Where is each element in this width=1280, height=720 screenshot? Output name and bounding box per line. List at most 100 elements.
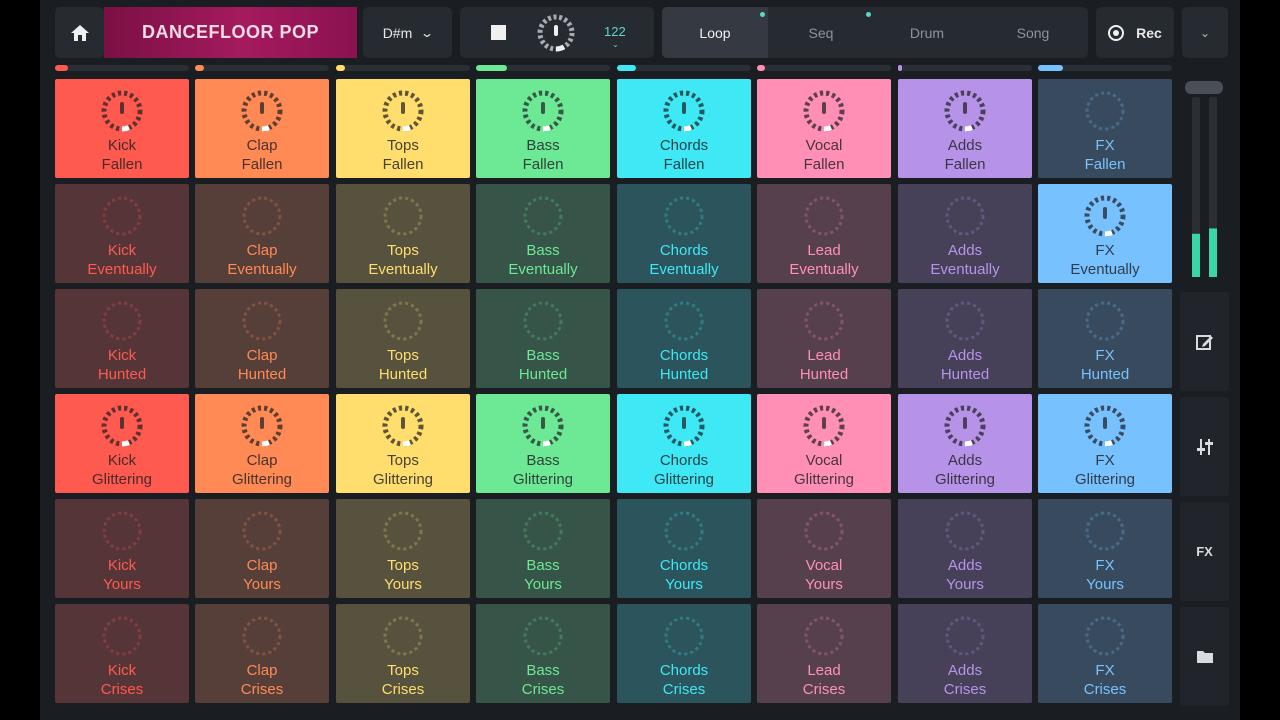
- pad-loop-label: Fallen: [382, 156, 424, 173]
- pad-loop-label: Hunted: [659, 366, 709, 383]
- mixer-button[interactable]: [1180, 397, 1229, 496]
- pad-tops-eventually[interactable]: Tops Eventually: [336, 184, 470, 283]
- pad-knob-icon: [664, 616, 704, 656]
- pad-adds-crises[interactable]: Adds Crises: [898, 604, 1032, 703]
- pad-vocal-yours[interactable]: Vocal Yours: [757, 499, 891, 598]
- pad-bass-crises[interactable]: Bass Crises: [476, 604, 610, 703]
- key-selector[interactable]: D#m ⌄: [363, 7, 452, 58]
- pad-kick-eventually[interactable]: Kick Eventually: [55, 184, 189, 283]
- fx-button[interactable]: FX: [1180, 502, 1229, 601]
- pad-tops-glittering[interactable]: Tops Glittering: [336, 394, 470, 493]
- pad-chords-glittering[interactable]: Chords Glittering: [617, 394, 751, 493]
- pad-loop-label: Crises: [100, 681, 144, 698]
- tab-loop[interactable]: Loop: [662, 7, 768, 58]
- song-title-banner[interactable]: DANCEFLOOR POP: [104, 7, 357, 58]
- pad-vocal-glittering[interactable]: Vocal Glittering: [757, 394, 891, 493]
- pad-adds-glittering[interactable]: Adds Glittering: [898, 394, 1032, 493]
- pad-instrument-label: Clap: [246, 662, 278, 679]
- pad-instrument-label: Vocal: [805, 557, 843, 574]
- pad-knob-icon: [523, 616, 563, 656]
- record-label: Rec: [1136, 24, 1162, 41]
- pad-knob-icon: [1085, 91, 1125, 131]
- output-level-meter[interactable]: [1180, 79, 1229, 283]
- pad-adds-eventually[interactable]: Adds Eventually: [898, 184, 1032, 283]
- pad-chords-fallen[interactable]: Chords Fallen: [617, 79, 751, 178]
- pad-instrument-label: Lead: [807, 347, 841, 364]
- pad-kick-glittering[interactable]: Kick Glittering: [55, 394, 189, 493]
- pad-vocal-hunted[interactable]: Lead Hunted: [757, 289, 891, 388]
- pad-loop-label: Crises: [1083, 681, 1127, 698]
- pad-kick-yours[interactable]: Kick Yours: [55, 499, 189, 598]
- pad-instrument-label: Tops: [387, 347, 419, 364]
- pad-instrument-label: Clap: [246, 137, 278, 154]
- pad-clap-yours[interactable]: Clap Yours: [195, 499, 329, 598]
- loop-launcher-app: DANCEFLOOR POP D#m ⌄ 122 ⌄ Loop Seq Drum So…: [40, 0, 1240, 720]
- transport-bar: 122 ⌄: [460, 7, 654, 58]
- pad-kick-hunted[interactable]: Kick Hunted: [55, 289, 189, 388]
- pad-bass-fallen[interactable]: Bass Fallen: [476, 79, 610, 178]
- pad-knob-icon: [102, 301, 142, 341]
- pad-fx-glittering[interactable]: FX Glittering: [1038, 394, 1172, 493]
- pad-instrument-label: Lead: [807, 242, 841, 259]
- pad-loop-label: Eventually: [649, 261, 719, 278]
- pad-bass-eventually[interactable]: Bass Eventually: [476, 184, 610, 283]
- pad-vocal-fallen[interactable]: Vocal Fallen: [757, 79, 891, 178]
- pad-knob-icon: [804, 196, 844, 236]
- pad-kick-crises[interactable]: Kick Crises: [55, 604, 189, 703]
- stop-button[interactable]: [491, 25, 506, 40]
- pad-vocal-crises[interactable]: Lead Crises: [757, 604, 891, 703]
- pad-adds-yours[interactable]: Adds Yours: [898, 499, 1032, 598]
- more-menu-button[interactable]: ⌄: [1182, 7, 1228, 58]
- pad-knob-icon: [523, 196, 563, 236]
- pad-clap-crises[interactable]: Clap Crises: [195, 604, 329, 703]
- pad-clap-hunted[interactable]: Clap Hunted: [195, 289, 329, 388]
- pad-vocal-eventually[interactable]: Lead Eventually: [757, 184, 891, 283]
- pad-chords-eventually[interactable]: Chords Eventually: [617, 184, 751, 283]
- pad-knob-icon: [803, 405, 845, 447]
- pad-tops-fallen[interactable]: Tops Fallen: [336, 79, 470, 178]
- pad-fx-hunted[interactable]: FX Hunted: [1038, 289, 1172, 388]
- tab-seq[interactable]: Seq: [768, 7, 874, 58]
- tab-song[interactable]: Song: [980, 7, 1086, 58]
- pad-chords-hunted[interactable]: Chords Hunted: [617, 289, 751, 388]
- pad-clap-fallen[interactable]: Clap Fallen: [195, 79, 329, 178]
- pad-adds-hunted[interactable]: Adds Hunted: [898, 289, 1032, 388]
- pad-fx-yours[interactable]: FX Yours: [1038, 499, 1172, 598]
- record-button[interactable]: Rec: [1096, 7, 1174, 58]
- pad-chords-crises[interactable]: Chords Crises: [617, 604, 751, 703]
- folder-button[interactable]: [1180, 607, 1229, 706]
- pad-bass-hunted[interactable]: Bass Hunted: [476, 289, 610, 388]
- pad-tops-yours[interactable]: Tops Yours: [336, 499, 470, 598]
- edit-button[interactable]: [1180, 292, 1229, 391]
- pad-adds-fallen[interactable]: Adds Fallen: [898, 79, 1032, 178]
- pad-instrument-label: FX: [1095, 242, 1115, 259]
- pad-knob-icon: [945, 616, 985, 656]
- column-progress-fill: [898, 65, 903, 71]
- pad-loop-label: Hunted: [97, 366, 147, 383]
- pad-instrument-label: Kick: [107, 452, 137, 469]
- pad-tops-hunted[interactable]: Tops Hunted: [336, 289, 470, 388]
- pad-loop-label: Yours: [384, 576, 422, 593]
- pad-instrument-label: Bass: [526, 347, 560, 364]
- pad-loop-label: Glittering: [91, 471, 153, 488]
- pad-fx-fallen[interactable]: FX Fallen: [1038, 79, 1172, 178]
- tempo-knob[interactable]: [536, 13, 576, 53]
- home-icon: [70, 24, 89, 41]
- pad-bass-yours[interactable]: Bass Yours: [476, 499, 610, 598]
- pad-tops-crises[interactable]: Tops Crises: [336, 604, 470, 703]
- pad-kick-fallen[interactable]: Kick Fallen: [55, 79, 189, 178]
- pad-clap-eventually[interactable]: Clap Eventually: [195, 184, 329, 283]
- tab-label: Seq: [808, 24, 834, 41]
- tab-drum[interactable]: Drum: [874, 7, 980, 58]
- pad-fx-eventually[interactable]: FX Eventually: [1038, 184, 1172, 283]
- pad-instrument-label: Kick: [107, 662, 137, 679]
- pad-fx-crises[interactable]: FX Crises: [1038, 604, 1172, 703]
- pad-instrument-label: Chords: [659, 557, 709, 574]
- pad-loop-label: Hunted: [378, 366, 428, 383]
- tempo-value[interactable]: 122: [604, 24, 626, 39]
- pad-bass-glittering[interactable]: Bass Glittering: [476, 394, 610, 493]
- pad-instrument-label: FX: [1095, 662, 1115, 679]
- pad-clap-glittering[interactable]: Clap Glittering: [195, 394, 329, 493]
- pad-chords-yours[interactable]: Chords Yours: [617, 499, 751, 598]
- home-button[interactable]: [55, 7, 104, 58]
